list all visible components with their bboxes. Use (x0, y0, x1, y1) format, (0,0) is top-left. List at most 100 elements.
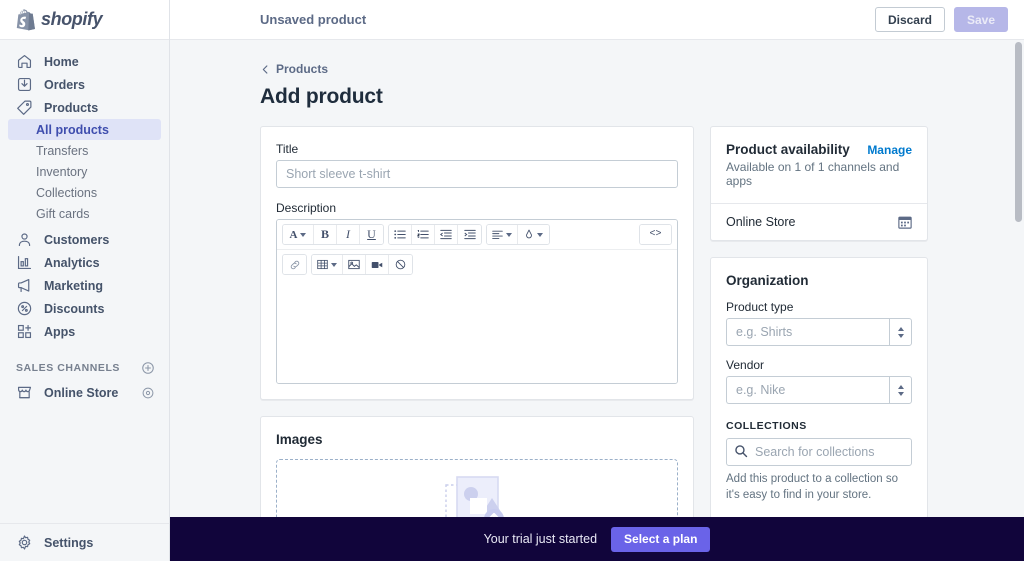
analytics-bars-icon (17, 255, 32, 270)
indent-icon (463, 229, 476, 240)
search-icon (735, 445, 748, 458)
code-view-button[interactable]: <> (640, 225, 671, 244)
marketing-megaphone-icon (17, 278, 30, 293)
sidebar-item-transfers[interactable]: Transfers (8, 140, 161, 161)
align-dropdown[interactable] (487, 225, 518, 244)
text-color-dropdown[interactable] (518, 225, 549, 244)
media-group (311, 254, 413, 275)
sidebar-item-settings[interactable]: Settings (0, 523, 169, 561)
sidebar-item-online-store[interactable]: Online Store (8, 381, 161, 404)
no-entry-icon (395, 259, 406, 270)
page-content: Products Add product Title Description (170, 40, 1024, 561)
organization-card: Organization Product type Vendor (710, 257, 928, 520)
collections-search-input[interactable] (726, 438, 912, 466)
sidebar-nav: Home Orders Products All products Transf… (0, 40, 169, 523)
title-input[interactable] (276, 160, 678, 188)
sidebar-item-orders[interactable]: Orders (8, 73, 161, 96)
numbered-list-button[interactable] (412, 225, 435, 244)
shopify-admin-window: shopify Home Orders Products All product… (0, 0, 1024, 561)
sidebar-item-apps[interactable]: Apps (8, 320, 161, 343)
sidebar-subitem-label: Inventory (36, 164, 88, 179)
save-button[interactable]: Save (953, 7, 1008, 32)
sidebar-item-marketing[interactable]: Marketing (8, 274, 161, 297)
vendor-stepper[interactable] (889, 376, 912, 404)
sidebar-item-home[interactable]: Home (8, 50, 161, 73)
sidebar-item-label: Online Store (44, 385, 119, 400)
code-group: <> (639, 224, 672, 245)
bold-button[interactable]: B (314, 225, 337, 244)
sidebar-subitem-label: Transfers (36, 143, 89, 158)
brand-logo[interactable]: shopify (0, 0, 169, 40)
align-color-group (486, 224, 550, 245)
channel-row-online-store[interactable]: Online Store (711, 203, 927, 240)
format-text-dropdown[interactable]: A (283, 225, 314, 244)
image-icon (348, 259, 360, 270)
discounts-badge-icon (17, 301, 32, 316)
channel-label: Online Store (726, 215, 796, 229)
outdent-button[interactable] (435, 225, 458, 244)
link-icon (290, 260, 299, 269)
availability-subtitle: Available on 1 of 1 channels and apps (726, 160, 900, 188)
title-field-label: Title (276, 142, 299, 156)
sidebar-item-label: Customers (44, 232, 110, 247)
align-left-icon (492, 230, 503, 239)
product-type-input[interactable] (726, 318, 890, 346)
sidebar-item-label: Products (44, 100, 99, 115)
page-scrollbar[interactable] (1015, 42, 1022, 222)
description-editor: A B I U <> (276, 219, 678, 384)
underline-button[interactable]: U (360, 225, 383, 244)
shopify-bag-logo-icon (16, 8, 35, 30)
plus-circle-icon[interactable] (141, 361, 155, 375)
eye-view-icon[interactable] (141, 386, 155, 400)
insert-link-button[interactable] (283, 255, 306, 274)
select-a-plan-button[interactable]: Select a plan (611, 526, 711, 552)
sidebar-item-label: Orders (44, 77, 85, 92)
page-title: Add product (260, 85, 383, 108)
manage-link[interactable]: Manage (867, 143, 912, 157)
insert-table-dropdown[interactable] (312, 255, 343, 274)
two-column-layout: Title Description A (260, 126, 1008, 561)
sidebar-item-customers[interactable]: Customers (8, 228, 161, 251)
italic-button[interactable]: I (337, 225, 360, 244)
sidebar-subitem-label: Gift cards (36, 206, 90, 221)
video-icon (371, 261, 383, 268)
table-icon (317, 259, 328, 270)
chevron-down-icon (897, 333, 904, 338)
vendor-input[interactable] (726, 376, 890, 404)
editor-toolbar-row-2 (277, 250, 677, 279)
chevron-up-icon (897, 384, 904, 389)
sidebar-item-collections[interactable]: Collections (8, 182, 161, 203)
unsaved-product-title: Unsaved product (260, 12, 367, 27)
sidebar-item-products[interactable]: Products (8, 96, 161, 119)
insert-video-button[interactable] (366, 255, 389, 274)
chevron-down-icon (506, 232, 512, 237)
topbar: Unsaved product Discard Save (170, 0, 1024, 40)
sidebar-item-discounts[interactable]: Discounts (8, 297, 161, 320)
sidebar-item-inventory[interactable]: Inventory (8, 161, 161, 182)
breadcrumb[interactable]: Products (260, 62, 1008, 76)
sidebar-item-label: Discounts (44, 301, 105, 316)
products-tag-icon (17, 100, 32, 115)
link-group (282, 254, 307, 275)
clear-formatting-button[interactable] (389, 255, 412, 274)
product-availability-header: Product availability Manage Available on… (711, 127, 927, 203)
text-color-icon (526, 229, 532, 239)
product-type-stepper[interactable] (889, 318, 912, 346)
images-title: Images (276, 432, 323, 447)
sidebar-item-all-products[interactable]: All products (8, 119, 161, 140)
sidebar-item-label: Marketing (44, 278, 104, 293)
insert-image-button[interactable] (343, 255, 366, 274)
indent-button[interactable] (458, 225, 481, 244)
editor-toolbar-row-1: A B I U <> (277, 220, 677, 250)
outdent-icon (440, 229, 452, 240)
apps-grid-plus-icon (17, 324, 32, 339)
sidebar-item-gift-cards[interactable]: Gift cards (8, 203, 161, 224)
discard-button[interactable]: Discard (874, 7, 945, 32)
bulleted-list-button[interactable] (389, 225, 412, 244)
sidebar-item-analytics[interactable]: Analytics (8, 251, 161, 274)
product-availability-title: Product availability (726, 142, 850, 157)
description-textarea[interactable] (277, 279, 677, 383)
calendar-icon[interactable] (898, 215, 912, 229)
product-type-label: Product type (726, 300, 794, 314)
vendor-label: Vendor (726, 358, 765, 372)
